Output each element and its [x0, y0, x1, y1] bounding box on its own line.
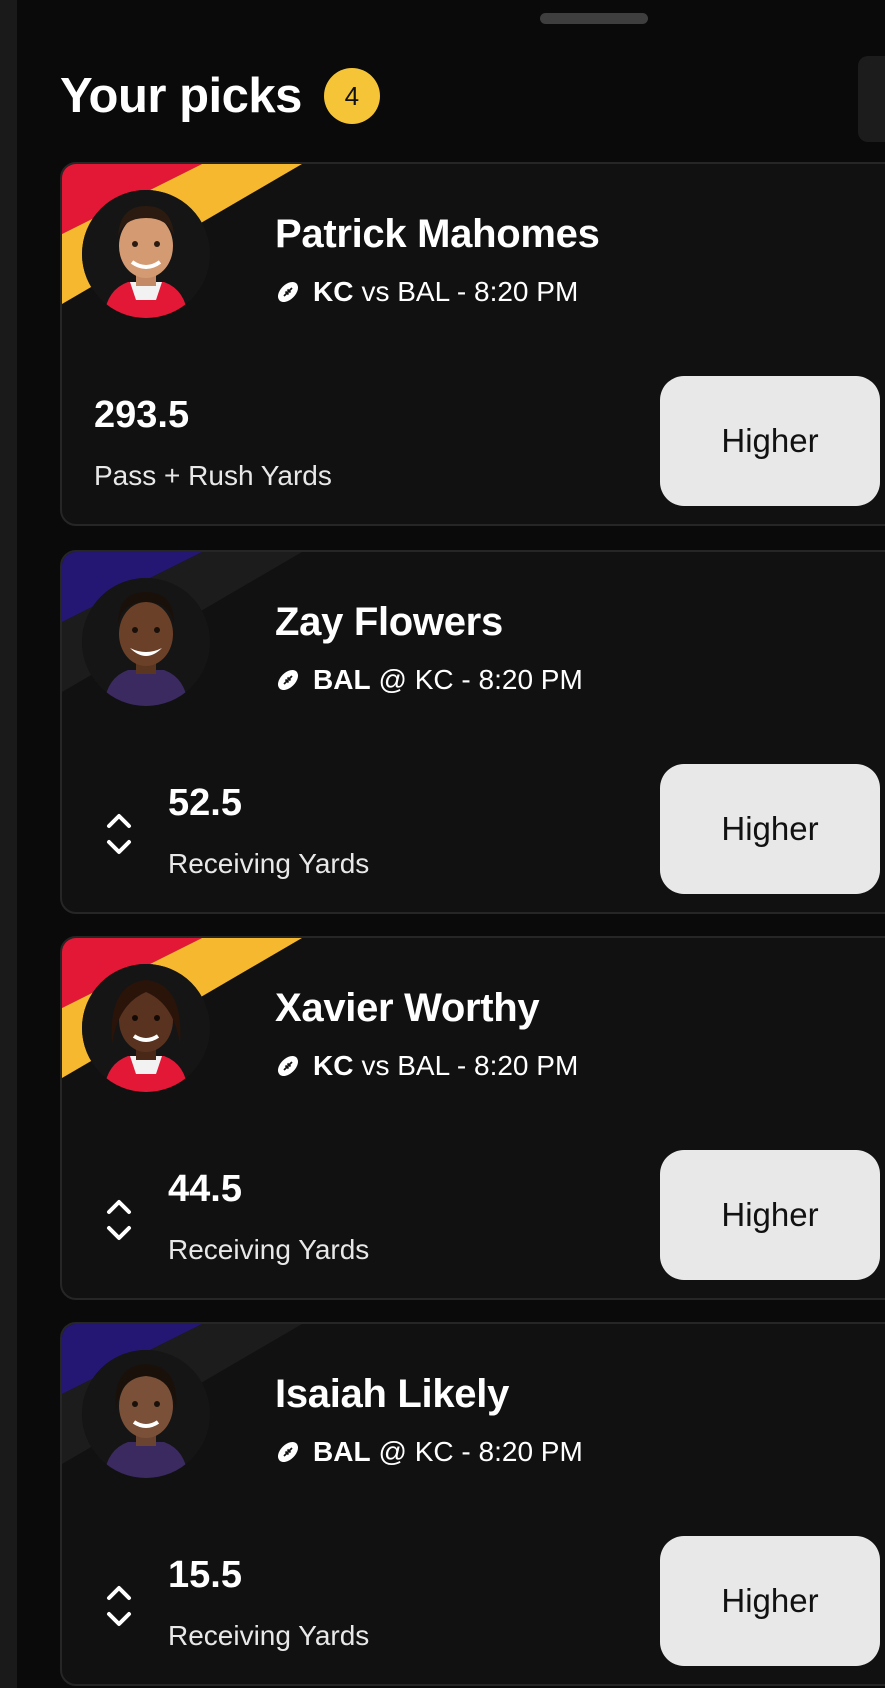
game-info: BAL @ KC - 8:20 PM — [275, 1436, 583, 1468]
football-icon — [275, 667, 301, 693]
player-avatar — [82, 190, 210, 318]
line-value: 44.5 — [168, 1168, 242, 1210]
chevron-down-icon — [107, 840, 131, 854]
higher-button[interactable]: Higher — [660, 1536, 880, 1666]
football-icon — [275, 1439, 301, 1465]
line-stepper[interactable] — [104, 1190, 134, 1260]
pick-card: Isaiah Likely BAL @ KC - 8:20 PM 15.5 Re… — [60, 1322, 885, 1686]
line-value: 52.5 — [168, 782, 242, 824]
pick-card: Zay Flowers BAL @ KC - 8:20 PM 52.5 Rece… — [60, 550, 885, 914]
stat-label: Receiving Yards — [168, 1234, 370, 1265]
stat-label: Pass + Rush Yards — [94, 460, 332, 491]
higher-button[interactable]: Higher — [660, 764, 880, 894]
background-edge — [0, 0, 17, 1688]
sheet-drag-handle[interactable] — [540, 13, 648, 24]
football-icon — [275, 1053, 301, 1079]
chevron-up-icon — [107, 1200, 131, 1214]
team-abbrev: BAL — [313, 664, 371, 695]
chevron-down-icon — [107, 1226, 131, 1240]
matchup-text: vs BAL - 8:20 PM — [361, 276, 579, 307]
stat-label: Receiving Yards — [168, 848, 370, 879]
chevron-down-icon — [107, 1612, 131, 1626]
higher-button[interactable]: Higher — [660, 376, 880, 506]
player-name: Patrick Mahomes — [275, 212, 600, 256]
matchup-text: @ KC - 8:20 PM — [378, 1436, 583, 1467]
chevron-up-icon — [107, 814, 131, 828]
chevron-up-icon — [107, 1586, 131, 1600]
game-info: KC vs BAL - 8:20 PM — [275, 1050, 578, 1082]
team-abbrev: BAL — [313, 1436, 371, 1467]
page-title: Your picks — [60, 69, 302, 123]
game-info: BAL @ KC - 8:20 PM — [275, 664, 583, 696]
team-abbrev: KC — [313, 276, 354, 307]
stat-label: Receiving Yards — [168, 1620, 370, 1651]
pick-card: Xavier Worthy KC vs BAL - 8:20 PM 44.5 R… — [60, 936, 885, 1300]
football-icon — [275, 279, 301, 305]
player-name: Zay Flowers — [275, 600, 503, 644]
game-info: KC vs BAL - 8:20 PM — [275, 276, 578, 308]
picks-header: Your picks 4 — [60, 68, 380, 124]
player-avatar — [82, 578, 210, 706]
picks-sheet: Your picks 4 Patrick Mahomes KC vs BAL -… — [0, 0, 885, 1688]
line-stepper[interactable] — [104, 1576, 134, 1646]
player-name: Xavier Worthy — [275, 986, 540, 1030]
team-abbrev: KC — [313, 1050, 354, 1081]
matchup-text: @ KC - 8:20 PM — [378, 664, 583, 695]
line-value: 15.5 — [168, 1554, 242, 1596]
higher-button[interactable]: Higher — [660, 1150, 880, 1280]
player-avatar — [82, 1350, 210, 1478]
line-value: 293.5 — [94, 394, 190, 436]
header-action-button[interactable] — [858, 56, 885, 142]
player-avatar — [82, 964, 210, 1092]
pick-count-badge: 4 — [323, 68, 380, 124]
line-stepper[interactable] — [104, 804, 134, 874]
player-name: Isaiah Likely — [275, 1372, 510, 1416]
matchup-text: vs BAL - 8:20 PM — [361, 1050, 579, 1081]
pick-card: Patrick Mahomes KC vs BAL - 8:20 PM 293.… — [60, 162, 885, 526]
